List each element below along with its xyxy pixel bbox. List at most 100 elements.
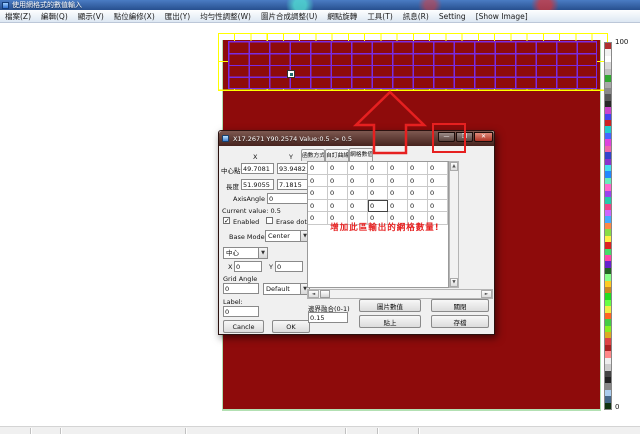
table-cell[interactable]: 0 (348, 200, 368, 213)
length-x-input[interactable] (241, 179, 274, 190)
table-cell[interactable]: 0 (308, 187, 328, 200)
grid-hint-annotation: 增加此區輸出的網格數量! (315, 221, 455, 233)
scale-min-label: 0 (615, 403, 619, 411)
menu-item-9[interactable]: 訊息(R) (398, 10, 434, 23)
label-input[interactable] (223, 306, 259, 317)
table-row: 0000000 (308, 200, 448, 213)
save-button[interactable]: 存檔 (431, 315, 489, 328)
maximize-button[interactable]: ❐ (456, 132, 473, 142)
table-cell[interactable]: 0 (308, 175, 328, 188)
table-vertical-scrollbar[interactable]: ▲ ▼ (449, 161, 459, 288)
menu-item-5[interactable]: 均勻性調整(W) (195, 10, 256, 23)
status-bar (0, 426, 640, 434)
table-cell[interactable]: 0 (348, 175, 368, 188)
table-cell[interactable]: 0 (408, 187, 428, 200)
blend-input[interactable] (308, 312, 348, 323)
app-icon (2, 2, 9, 9)
scroll-left-icon[interactable]: ◄ (308, 290, 319, 298)
tab-0[interactable]: 函數方式 (301, 149, 325, 161)
table-cell[interactable]: 0 (388, 187, 408, 200)
table-cell[interactable]: 0 (388, 162, 408, 175)
offset-x-input[interactable] (234, 261, 262, 272)
read-image-values-button[interactable]: 圖片數值 (359, 299, 421, 312)
table-cell[interactable]: 0 (348, 162, 368, 175)
grid-angle-mode-select[interactable]: Default ▼ (263, 283, 310, 295)
table-cell[interactable]: 0 (328, 162, 348, 175)
center-y-input[interactable] (277, 163, 310, 174)
color-scale-bar (604, 42, 612, 410)
anchor-select[interactable]: 中心 ▼ (223, 247, 268, 259)
scroll-up-icon[interactable]: ▲ (450, 162, 458, 171)
table-cell[interactable]: 0 (368, 187, 388, 200)
table-cell[interactable]: 0 (368, 162, 388, 175)
grid-angle-mode-value: Default (266, 285, 290, 293)
menu-item-2[interactable]: 顯示(V) (73, 10, 109, 23)
close-button[interactable]: ✕ (474, 132, 493, 142)
table-cell[interactable]: 0 (388, 175, 408, 188)
table-cell[interactable]: 0 (348, 187, 368, 200)
chevron-down-icon[interactable]: ▼ (258, 248, 267, 258)
menu-item-11[interactable]: [Show Image] (471, 10, 533, 23)
table-cell-selected[interactable]: 0 (368, 200, 388, 213)
table-cell[interactable]: 0 (368, 175, 388, 188)
cancel-button[interactable]: Cancle (223, 320, 264, 333)
grid-angle-input[interactable] (223, 283, 259, 294)
menu-item-10[interactable]: Setting (434, 10, 471, 23)
tab-2[interactable]: 網格數值 (349, 148, 373, 161)
statusbar-divider (185, 428, 186, 434)
table-cell[interactable]: 0 (408, 162, 428, 175)
anchor-value: 中心 (226, 249, 239, 257)
table-cell[interactable]: 0 (428, 175, 448, 188)
grid-angle-label: Grid Angle (223, 275, 257, 283)
enabled-label: Enabled (233, 218, 259, 226)
table-cell[interactable]: 0 (408, 175, 428, 188)
axis-angle-label: AxisAngle (233, 195, 265, 203)
tab-1[interactable]: 自訂曲線 (325, 149, 349, 161)
table-cell[interactable]: 0 (428, 187, 448, 200)
offset-y-input[interactable] (275, 261, 303, 272)
table-cell[interactable]: 0 (428, 162, 448, 175)
table-cell[interactable]: 0 (388, 200, 408, 213)
menu-item-7[interactable]: 網點旋轉 (322, 10, 362, 23)
paste-button[interactable]: 貼上 (359, 315, 421, 328)
center-x-input[interactable] (241, 163, 274, 174)
table-cell[interactable]: 0 (308, 162, 328, 175)
selected-grid-cell-marker[interactable] (287, 70, 295, 78)
table-cell[interactable]: 0 (408, 200, 428, 213)
close-dialog-button[interactable]: 關閉 (431, 299, 489, 312)
enabled-checkbox[interactable]: ✓ (223, 217, 230, 224)
base-mode-select[interactable]: Center ▼ (265, 230, 310, 242)
column-header-y: Y (289, 153, 293, 161)
menu-item-3[interactable]: 點位編修(X) (109, 10, 160, 23)
scroll-right-icon[interactable]: ► (481, 290, 492, 298)
table-cell[interactable]: 0 (428, 200, 448, 213)
menu-item-4[interactable]: 匯出(Y) (160, 10, 195, 23)
application-window: 使用網格式的數值輸入 檔案(Z)編輯(Q)顯示(V)點位編修(X)匯出(Y)均勻… (0, 0, 640, 434)
statusbar-divider (60, 428, 61, 434)
scroll-down-icon[interactable]: ▼ (450, 278, 458, 287)
menu-item-8[interactable]: 工具(T) (362, 10, 397, 23)
table-row: 0000000 (308, 187, 448, 200)
center-label: 中心點 (221, 165, 241, 175)
table-cell[interactable]: 0 (328, 187, 348, 200)
ok-button[interactable]: OK (272, 320, 310, 333)
column-header-x: X (253, 153, 257, 161)
dialog-icon (222, 135, 229, 142)
length-y-input[interactable] (277, 179, 310, 190)
table-horizontal-scrollbar[interactable]: ◄ ► (307, 289, 493, 299)
table-cell[interactable]: 0 (328, 200, 348, 213)
table-row: 0000000 (308, 162, 448, 175)
table-cell[interactable]: 0 (308, 200, 328, 213)
erase-dots-checkbox[interactable] (266, 217, 273, 224)
purple-value-grid[interactable] (228, 41, 597, 89)
scale-max-label: 100 (615, 38, 628, 46)
grid-value-dialog: X17.2671 Y90.2574 Value:0.5 -> 0.5 — ❐ ✕… (218, 130, 495, 335)
menu-item-6[interactable]: 圖片合成調整(U) (256, 10, 322, 23)
axis-angle-input[interactable] (267, 193, 310, 204)
menu-item-1[interactable]: 編輯(Q) (36, 10, 73, 23)
table-cell[interactable]: 0 (328, 175, 348, 188)
main-window-title: 使用網格式的數值輸入 (12, 0, 82, 10)
menu-item-0[interactable]: 檔案(Z) (0, 10, 36, 23)
minimize-button[interactable]: — (438, 132, 455, 142)
scrollbar-thumb[interactable] (320, 290, 330, 298)
